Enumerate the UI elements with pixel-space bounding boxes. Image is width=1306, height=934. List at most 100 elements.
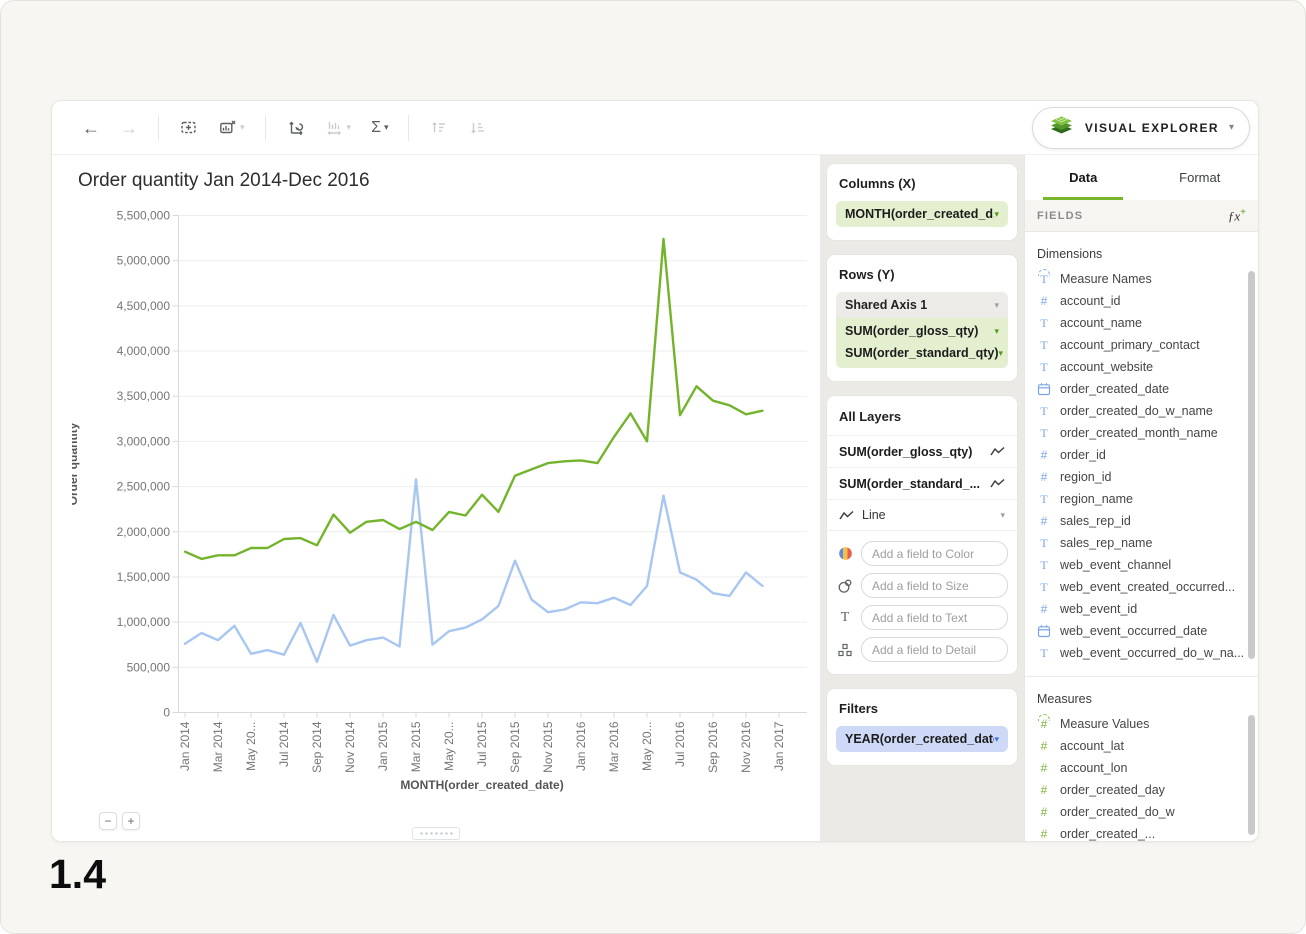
layer-item-standard[interactable]: SUM(order_standard_... [827, 468, 1017, 500]
field-item-region_name[interactable]: Tregion_name [1025, 488, 1258, 510]
text-icon: T [836, 610, 854, 626]
field-item-order_created_date[interactable]: order_created_date [1025, 378, 1258, 400]
columns-pill[interactable]: MONTH(order_created_d... ▾ [836, 201, 1008, 227]
chevron-down-icon: ▾ [1229, 122, 1234, 133]
field-item-account_lon[interactable]: #account_lon [1025, 757, 1258, 779]
filter-pill[interactable]: YEAR(order_created_date) ▾ [836, 726, 1008, 752]
text-field-icon: T [1037, 581, 1051, 593]
zoom-out-button[interactable]: − [99, 812, 117, 830]
toolbar: ← → ▾ [52, 101, 1258, 155]
back-button[interactable]: ← [77, 115, 105, 141]
text-field-icon: T [1037, 537, 1051, 549]
svg-text:1,500,000: 1,500,000 [117, 570, 171, 584]
svg-text:May 20...: May 20... [442, 722, 456, 771]
text-field-icon: T [1037, 647, 1051, 659]
line-mark-icon [990, 478, 1005, 489]
active-tab-underline [1043, 197, 1123, 200]
chevron-down-icon: ▾ [994, 301, 999, 310]
field-item-account_id[interactable]: #account_id [1025, 290, 1258, 312]
dimensions-scrollbar-thumb[interactable] [1248, 271, 1255, 659]
field-item-Measure Values[interactable]: #Measure Values [1025, 713, 1258, 735]
swap-axes-button[interactable] [281, 114, 310, 141]
line-mark-icon [839, 510, 854, 521]
zoom-in-button[interactable]: + [122, 812, 140, 830]
add-calculated-field-icon[interactable]: ƒx+ [1228, 208, 1246, 222]
layer-item-gloss[interactable]: SUM(order_gloss_qty) [827, 436, 1017, 468]
text-field-icon: T [1037, 339, 1051, 351]
mark-type-select[interactable]: Line ▾ [827, 500, 1017, 531]
field-item-web_event_occurred_do_w_na...[interactable]: Tweb_event_occurred_do_w_na... [1025, 642, 1258, 664]
shared-axis-header[interactable]: Shared Axis 1 ▾ [836, 292, 1008, 318]
zoom-controls: − + [99, 812, 140, 830]
field-item-account_name[interactable]: Taccount_name [1025, 312, 1258, 334]
text-field-icon: T [1037, 427, 1051, 439]
field-item-web_event_id[interactable]: #web_event_id [1025, 598, 1258, 620]
visual-explorer-menu-button[interactable]: VISUAL EXPLORER ▾ [1032, 107, 1250, 149]
bottom-drag-handle[interactable] [412, 827, 460, 840]
svg-text:1,000,000: 1,000,000 [117, 615, 171, 629]
text-field-icon: T [1037, 559, 1051, 571]
tab-data[interactable]: Data [1025, 155, 1142, 200]
chevron-down-icon: ▾ [994, 735, 999, 744]
sort-descending-button[interactable] [463, 114, 492, 141]
field-item-sales_rep_name[interactable]: Tsales_rep_name [1025, 532, 1258, 554]
measures-scrollbar-thumb[interactable] [1248, 715, 1255, 835]
svg-text:3,000,000: 3,000,000 [117, 434, 171, 448]
measures-list: #Measure Values#account_lat#account_lon#… [1025, 713, 1258, 841]
chart-canvas[interactable]: Order quantity Jan 2014-Dec 2016 0500,00… [52, 155, 820, 841]
version-label: 1.4 [49, 851, 106, 898]
field-item-web_event_created_occurred...[interactable]: Tweb_event_created_occurred... [1025, 576, 1258, 598]
rows-pill-gloss[interactable]: SUM(order_gloss_qty) ▾ [836, 320, 1008, 342]
visual-explorer-logo-icon [1048, 112, 1075, 144]
field-item-order_created_month_name[interactable]: Torder_created_month_name [1025, 422, 1258, 444]
field-item-web_event_channel[interactable]: Tweb_event_channel [1025, 554, 1258, 576]
rows-pill-standard[interactable]: SUM(order_standard_qty) ▾ [836, 342, 1008, 364]
forward-button[interactable]: → [115, 115, 143, 141]
size-shelf[interactable]: Add a field to Size [836, 573, 1008, 598]
chart-title: Order quantity Jan 2014-Dec 2016 [78, 170, 370, 192]
chevron-down-icon: ▾ [347, 123, 352, 132]
calendar-icon [1037, 624, 1051, 638]
field-item-order_created_day[interactable]: #order_created_day [1025, 779, 1258, 801]
clear-sheet-button[interactable]: ▾ [213, 114, 250, 141]
fit-width-button[interactable]: ▾ [320, 114, 357, 141]
field-item-web_event_occurred_date[interactable]: web_event_occurred_date [1025, 620, 1258, 642]
field-item-order_id[interactable]: #order_id [1025, 444, 1258, 466]
number-field-icon: # [1037, 471, 1051, 483]
aggregate-button[interactable]: Σ ▾ [366, 116, 393, 140]
field-item-order_created_do_w[interactable]: #order_created_do_w [1025, 801, 1258, 823]
line-chart[interactable]: 0500,0001,000,0001,500,0002,000,0002,500… [72, 206, 822, 818]
svg-text:Jan 2014: Jan 2014 [178, 721, 192, 771]
tab-format[interactable]: Format [1142, 155, 1259, 200]
field-item-region_id[interactable]: #region_id [1025, 466, 1258, 488]
columns-shelf: Columns (X) MONTH(order_created_d... ▾ [827, 164, 1017, 240]
svg-text:Mar 2014: Mar 2014 [211, 721, 225, 772]
field-item-account_website[interactable]: Taccount_website [1025, 356, 1258, 378]
detail-icon [836, 643, 854, 657]
all-layers-shelf: All Layers SUM(order_gloss_qty) SUM(orde… [827, 396, 1017, 674]
field-item-order_created_...[interactable]: #order_created_... [1025, 823, 1258, 841]
inspector-panel: Data Format FIELDS ƒx+ Dimensions TMeasu… [1024, 155, 1258, 841]
field-item-account_lat[interactable]: #account_lat [1025, 735, 1258, 757]
dimensions-title: Dimensions [1037, 247, 1246, 261]
field-item-order_created_do_w_name[interactable]: Torder_created_do_w_name [1025, 400, 1258, 422]
svg-text:0: 0 [163, 706, 170, 720]
detail-shelf[interactable]: Add a field to Detail [836, 637, 1008, 662]
svg-text:2,500,000: 2,500,000 [117, 480, 171, 494]
toolbar-separator [408, 115, 409, 141]
svg-text:Sep 2016: Sep 2016 [706, 721, 720, 773]
duplicate-sheet-button[interactable] [174, 114, 203, 141]
field-item-account_primary_contact[interactable]: Taccount_primary_contact [1025, 334, 1258, 356]
text-field-icon: T [1037, 361, 1051, 373]
section-divider [1025, 676, 1258, 677]
field-item-sales_rep_id[interactable]: #sales_rep_id [1025, 510, 1258, 532]
svg-text:May 20...: May 20... [640, 722, 654, 771]
color-shelf[interactable]: Add a field to Color [836, 541, 1008, 566]
text-shelf[interactable]: T Add a field to Text [836, 605, 1008, 630]
dimensions-list: TMeasure Names#account_idTaccount_nameTa… [1025, 268, 1258, 664]
chevron-down-icon: ▾ [994, 327, 999, 336]
field-item-Measure Names[interactable]: TMeasure Names [1025, 268, 1258, 290]
sort-ascending-button[interactable] [424, 114, 453, 141]
chevron-down-icon: ▾ [1000, 511, 1005, 520]
svg-text:Mar 2015: Mar 2015 [409, 721, 423, 772]
